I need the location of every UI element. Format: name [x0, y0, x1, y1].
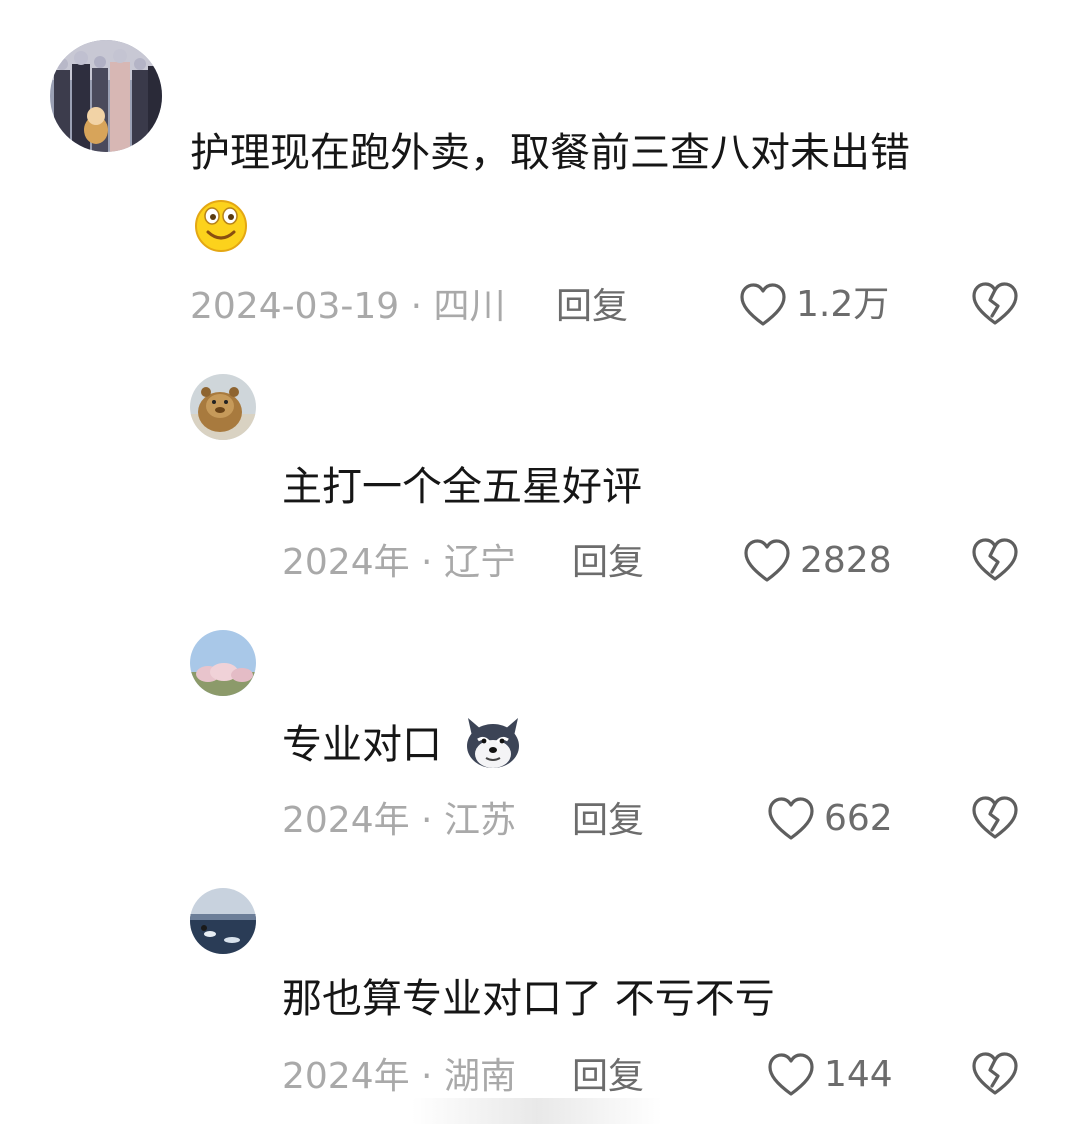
dislike-button[interactable] — [970, 280, 1020, 328]
avatar[interactable] — [190, 888, 256, 954]
reply-button[interactable]: 回复 — [572, 1052, 644, 1102]
broken-heart-icon — [972, 538, 1018, 581]
like-count: 2828 — [800, 540, 892, 581]
like-count: 144 — [824, 1054, 893, 1095]
watermark-overlay — [412, 1098, 662, 1124]
comment-item: 专业对口 2024年 · 江苏 回复 662 — [0, 616, 1080, 866]
heart-outline-icon — [740, 283, 786, 326]
like-count: 1.2万 — [796, 284, 890, 325]
dislike-button[interactable] — [970, 536, 1020, 584]
comment-item: 那也算专业对口了 不亏不亏 2024年 · 湖南 回复 144 — [0, 876, 1080, 1134]
avatar-image — [190, 630, 256, 696]
comment-date-location: 2024-03-19 · 四川 — [190, 286, 506, 327]
comment-item: 主打一个全五星好评 2024年 · 辽宁 回复 2828 — [0, 360, 1080, 610]
comment-text: 主打一个全五星好评 — [282, 464, 642, 510]
comment-text: 护理现在跑外卖，取餐前三查八对未出错 — [190, 130, 910, 176]
heart-outline-icon — [768, 1053, 814, 1096]
reply-button[interactable]: 回复 — [556, 282, 628, 332]
comment-text: 专业对口 — [282, 722, 442, 768]
smile-emoji — [190, 196, 252, 252]
like-button[interactable]: 144 — [766, 1050, 893, 1100]
avatar-image — [190, 888, 256, 954]
avatar-image — [50, 40, 162, 152]
like-button[interactable]: 1.2万 — [738, 280, 889, 330]
reply-button[interactable]: 回复 — [572, 538, 644, 588]
avatar-image — [190, 374, 256, 440]
comment-item: 护理现在跑外卖，取餐前三查八对未出错 2024-03-19 · 四川 回复 1.… — [0, 0, 1080, 340]
heart-outline-icon — [744, 539, 790, 582]
broken-heart-icon — [972, 282, 1018, 325]
comment-date-location: 2024年 · 辽宁 — [282, 542, 516, 583]
like-button[interactable]: 2828 — [742, 536, 892, 586]
comment-date-location: 2024年 · 江苏 — [282, 800, 516, 841]
husky-dog-emoji — [462, 714, 524, 772]
broken-heart-icon — [972, 796, 1018, 839]
heart-outline-icon — [768, 797, 814, 840]
comment-text: 那也算专业对口了 不亏不亏 — [282, 976, 775, 1022]
avatar[interactable] — [50, 40, 162, 152]
comment-thread: 护理现在跑外卖，取餐前三查八对未出错 2024-03-19 · 四川 回复 1.… — [0, 0, 1080, 1134]
dislike-button[interactable] — [970, 1050, 1020, 1098]
broken-heart-icon — [972, 1052, 1018, 1095]
comment-date-location: 2024年 · 湖南 — [282, 1056, 516, 1097]
like-count: 662 — [824, 798, 893, 839]
avatar[interactable] — [190, 630, 256, 696]
reply-button[interactable]: 回复 — [572, 796, 644, 846]
dislike-button[interactable] — [970, 794, 1020, 842]
avatar[interactable] — [190, 374, 256, 440]
like-button[interactable]: 662 — [766, 794, 893, 844]
